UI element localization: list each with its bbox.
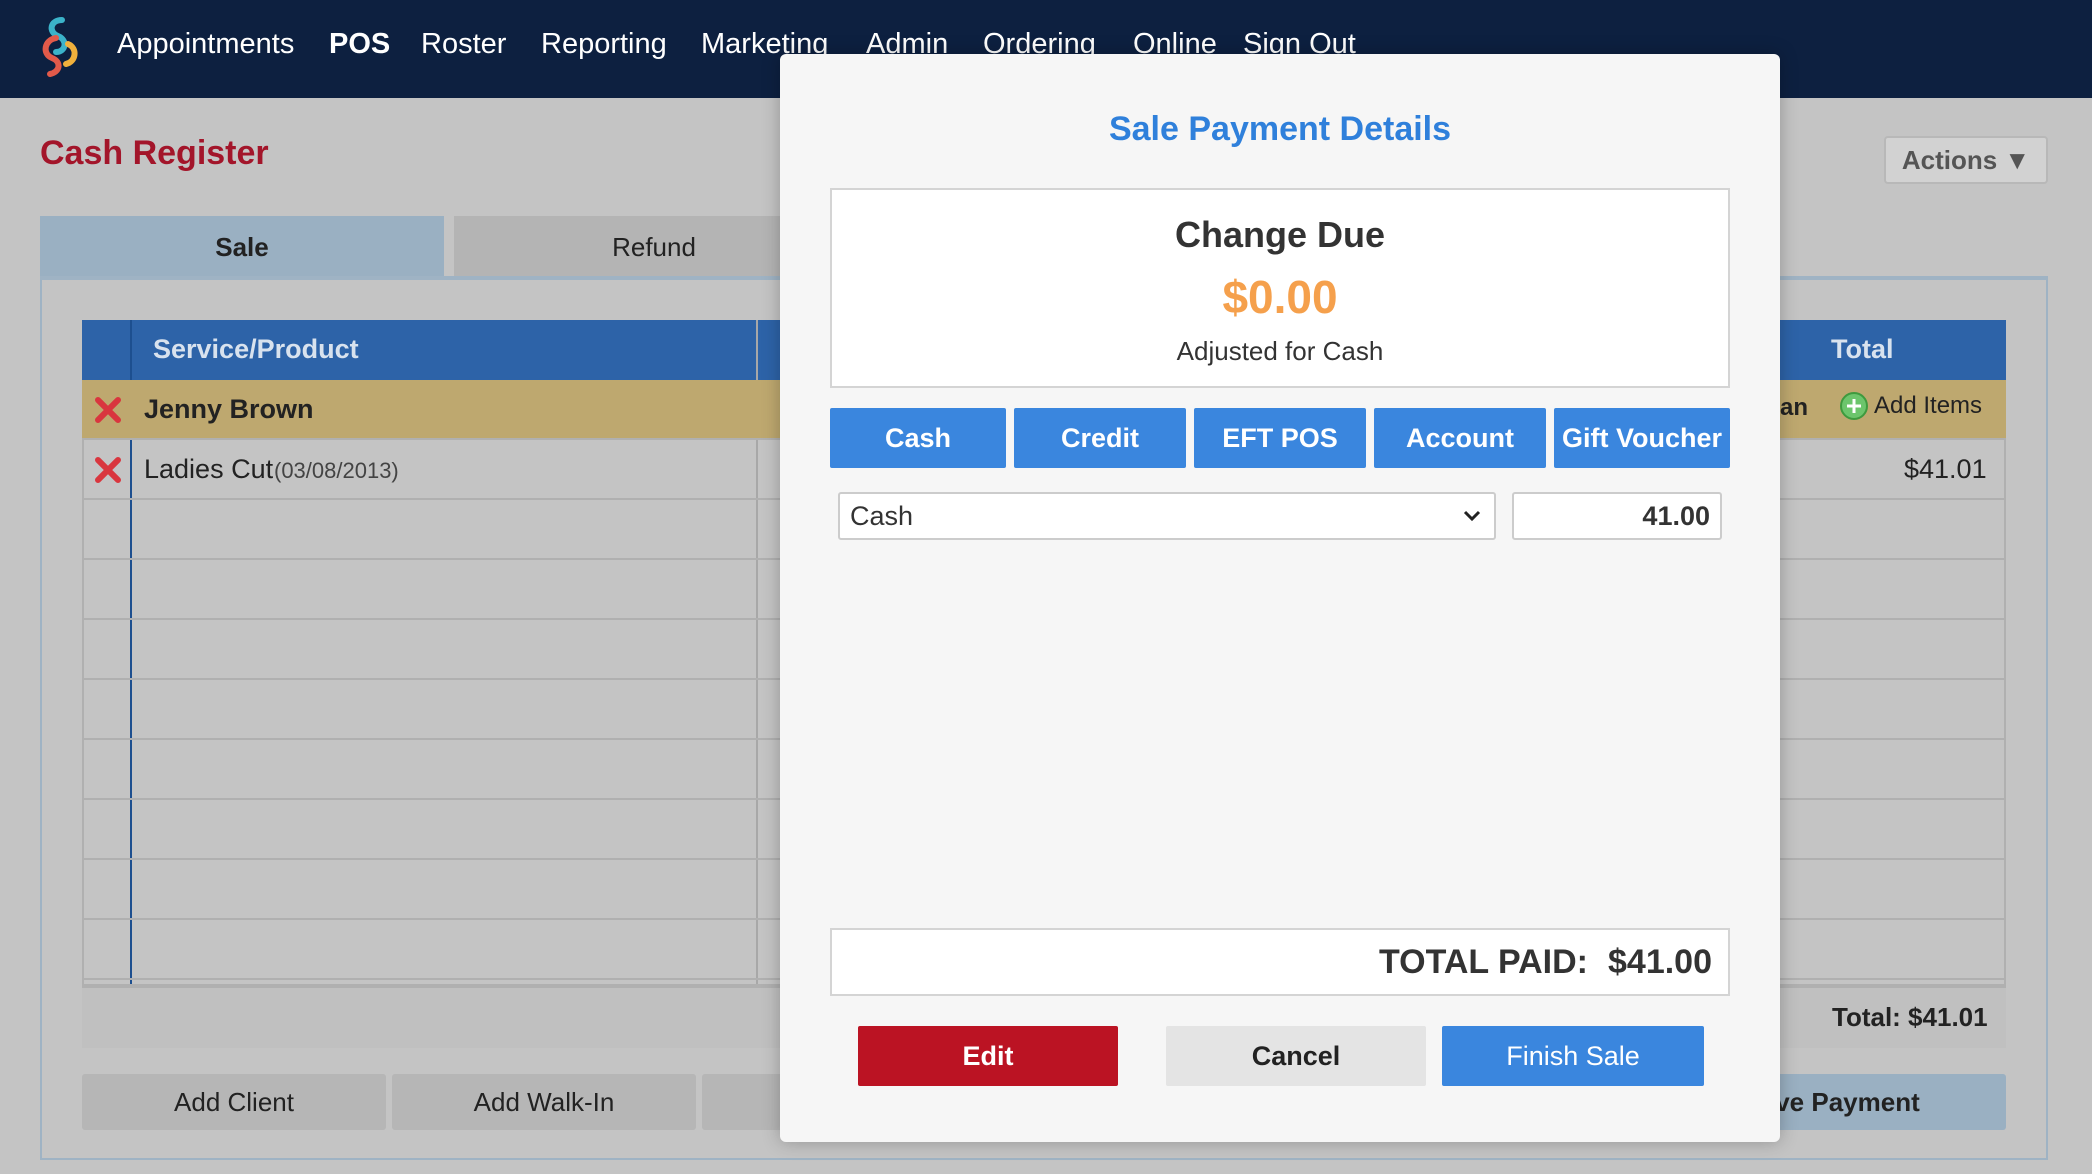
eft-pos-button[interactable]: EFT POS: [1194, 408, 1366, 468]
gift-voucher-button[interactable]: Gift Voucher: [1554, 408, 1730, 468]
total-paid-label: TOTAL PAID:: [1378, 942, 1588, 981]
total-paid-value: $41.00: [1608, 942, 1712, 981]
sale-payment-modal: Sale Payment Details Change Due $0.00 Ad…: [780, 54, 1780, 1142]
hidden-button[interactable]: [702, 1074, 792, 1130]
page-title: Cash Register: [40, 134, 269, 172]
modal-title: Sale Payment Details: [1108, 110, 1452, 148]
change-due-box: Change Due $0.00 Adjusted for Cash: [830, 188, 1730, 388]
item-name: Ladies Cut: [144, 454, 274, 484]
add-items-button[interactable]: Add Items: [1840, 392, 1982, 420]
account-button[interactable]: Account: [1374, 408, 1546, 468]
grand-total: Total: $41.01: [1832, 1002, 1988, 1032]
item-date: (03/08/2013): [274, 458, 399, 483]
edit-button[interactable]: Edit: [858, 1026, 1118, 1086]
receive-payment-button[interactable]: ive Payment: [1760, 1074, 2006, 1130]
nav-reporting[interactable]: Reporting: [541, 28, 667, 61]
item-total: $41.01: [1904, 454, 1987, 484]
remove-client-icon[interactable]: [94, 396, 122, 424]
finish-sale-button[interactable]: Finish Sale: [1442, 1026, 1704, 1086]
actions-button[interactable]: Actions ▼: [1884, 136, 2048, 184]
nav-appointments[interactable]: Appointments: [117, 28, 294, 61]
remove-item-icon[interactable]: [94, 456, 122, 484]
credit-button[interactable]: Credit: [1014, 408, 1186, 468]
cash-button[interactable]: Cash: [830, 408, 1006, 468]
add-walk-in-button[interactable]: Add Walk-In: [392, 1074, 696, 1130]
payment-method-value: Cash: [850, 500, 914, 531]
tab-sale[interactable]: Sale: [40, 216, 444, 278]
app-logo-icon[interactable]: [32, 14, 84, 80]
change-due-label: Change Due: [1174, 214, 1386, 255]
payment-amount-input[interactable]: 41.00: [1512, 492, 1722, 540]
add-client-button[interactable]: Add Client: [82, 1074, 386, 1130]
column-header-total: Total: [1831, 334, 1894, 364]
change-due-amount: $0.00: [1222, 271, 1338, 323]
actions-label: Actions ▼: [1901, 144, 2031, 175]
nav-pos[interactable]: POS: [329, 28, 390, 61]
change-due-note: Adjusted for Cash: [1176, 336, 1384, 366]
client-partial-label: an: [1780, 394, 1809, 421]
total-paid-box: TOTAL PAID: $41.00: [830, 928, 1730, 996]
add-circle-icon: [1840, 392, 1868, 420]
chevron-down-icon: [1463, 510, 1481, 522]
add-items-label: Add Items: [1874, 392, 1983, 419]
cancel-button[interactable]: Cancel: [1166, 1026, 1426, 1086]
nav-roster[interactable]: Roster: [421, 28, 506, 61]
column-header-service: Service/Product: [153, 334, 359, 364]
payment-method-select[interactable]: Cash: [838, 492, 1496, 540]
client-name: Jenny Brown: [144, 394, 314, 424]
